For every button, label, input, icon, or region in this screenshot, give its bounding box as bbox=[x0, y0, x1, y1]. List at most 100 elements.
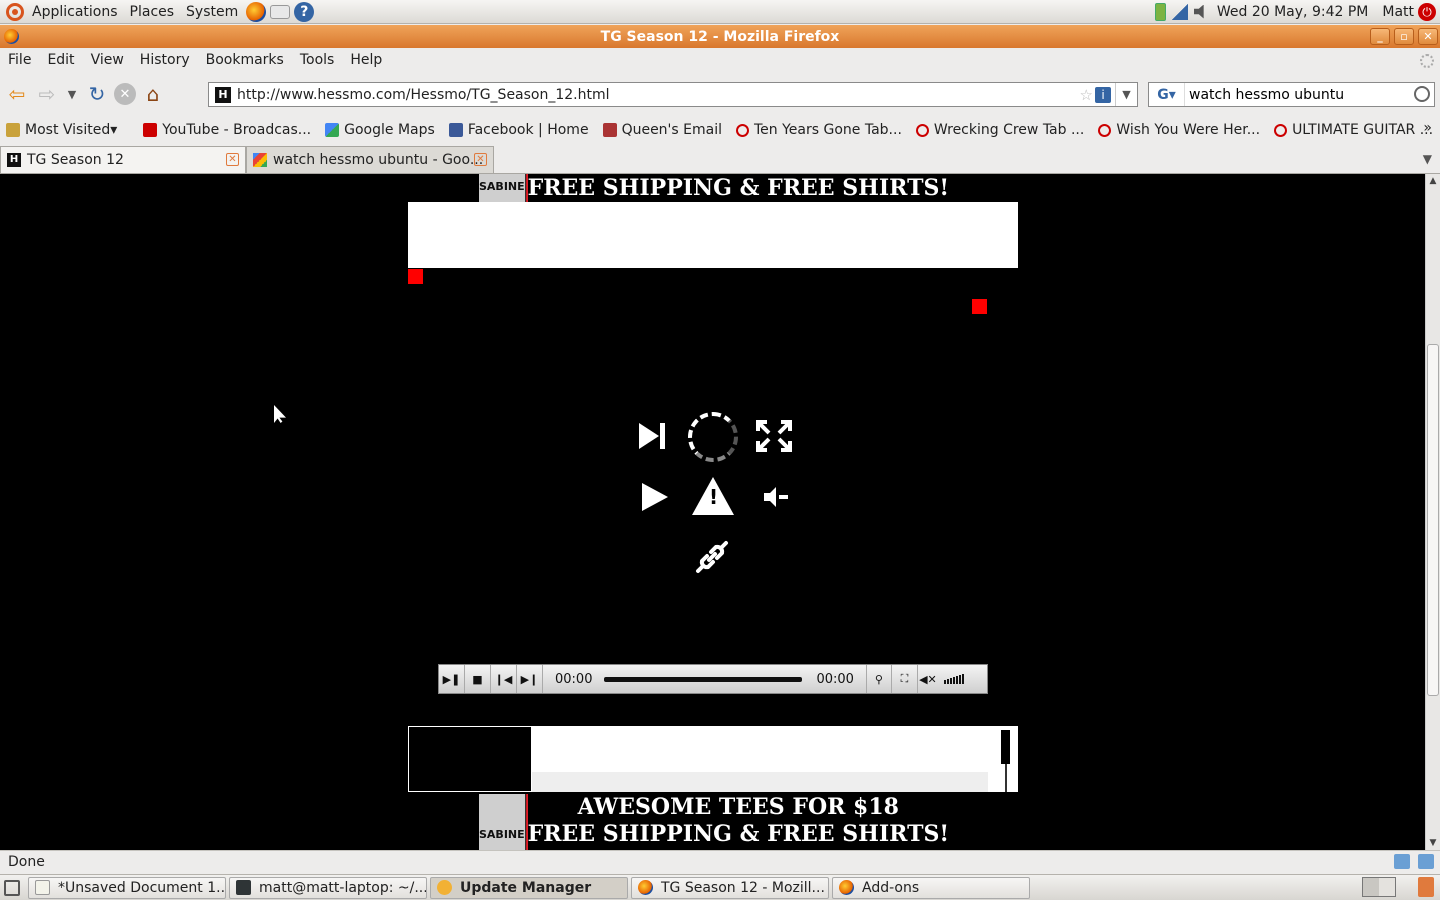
play-pause-button[interactable]: ▶❚ bbox=[439, 665, 465, 693]
frame-black-panel bbox=[409, 727, 531, 791]
tab-list-dropdown-icon[interactable]: ▼ bbox=[1423, 152, 1432, 166]
bookmark-ultimate-guitar[interactable]: ULTIMATE GUITAR ... bbox=[1274, 122, 1433, 138]
bookmark-most-visited[interactable]: Most Visited ▾ bbox=[6, 122, 117, 138]
ad-banner-top[interactable]: SABINE FREE SHIPPING & FREE SHIRTS! bbox=[479, 174, 949, 202]
taskbar-item-terminal[interactable]: matt@matt-laptop: ~/... bbox=[229, 876, 427, 899]
page-scrollbar[interactable]: ▲ ▼ bbox=[1425, 174, 1440, 850]
bookmark-ten-years-gone[interactable]: Ten Years Gone Tab... bbox=[736, 122, 902, 138]
shirt-label: SABINE bbox=[479, 828, 525, 841]
page-info-icon[interactable]: i bbox=[1095, 87, 1111, 103]
url-bar[interactable]: H http://www.hessmo.com/Hessmo/TG_Season… bbox=[208, 82, 1138, 107]
menu-help[interactable]: Help bbox=[342, 52, 390, 68]
help-launcher-icon[interactable]: ? bbox=[294, 1, 315, 22]
taskbar-item-update-manager[interactable]: Update Manager bbox=[430, 876, 628, 899]
bookmark-star-icon[interactable]: ☆ bbox=[1080, 86, 1093, 104]
search-bar[interactable]: G ▾ bbox=[1148, 82, 1435, 107]
menu-history[interactable]: History bbox=[132, 52, 198, 68]
bookmarks-overflow-button[interactable]: » bbox=[1423, 120, 1432, 136]
embed-button[interactable]: ⚲ bbox=[865, 665, 892, 693]
shirt-image: SABINE bbox=[479, 174, 525, 202]
mute-button[interactable]: ◀✕ bbox=[918, 665, 938, 693]
menu-edit[interactable]: Edit bbox=[39, 52, 82, 68]
search-engine-icon[interactable]: G ▾ bbox=[1149, 83, 1185, 106]
taskbar-label: matt@matt-laptop: ~/... bbox=[259, 879, 427, 896]
mute-icon[interactable] bbox=[762, 486, 790, 508]
site-favicon-icon: H bbox=[215, 86, 231, 103]
clock[interactable]: Wed 20 May, 9:42 PM bbox=[1217, 4, 1369, 20]
power-icon[interactable]: ⏻ bbox=[1418, 2, 1436, 21]
firefox-window-icon[interactable] bbox=[4, 29, 19, 44]
trash-icon[interactable] bbox=[1418, 877, 1434, 897]
applications-menu[interactable]: Applications bbox=[0, 0, 124, 24]
network-signal-icon[interactable] bbox=[1171, 3, 1188, 20]
fullscreen-button[interactable]: ⛶ bbox=[892, 665, 918, 693]
bookmark-facebook[interactable]: Facebook | Home bbox=[448, 122, 589, 138]
previous-button[interactable]: ❙◀ bbox=[491, 665, 517, 693]
url-text[interactable]: http://www.hessmo.com/Hessmo/TG_Season_1… bbox=[237, 87, 610, 103]
battery-icon[interactable] bbox=[1154, 2, 1166, 21]
forward-button[interactable]: ⇨ bbox=[34, 81, 60, 107]
embed-link-icon[interactable] bbox=[695, 540, 729, 574]
mail-launcher-icon[interactable] bbox=[270, 4, 291, 19]
volume-icon[interactable] bbox=[1193, 4, 1204, 19]
window-titlebar[interactable]: TG Season 12 - Mozilla Firefox _ ▫ ✕ bbox=[0, 25, 1440, 48]
show-desktop-icon[interactable] bbox=[4, 879, 20, 896]
scroll-down-icon[interactable]: ▼ bbox=[1426, 836, 1440, 850]
mail-notifier-icon[interactable] bbox=[1394, 854, 1410, 869]
close-tab-icon[interactable]: ✕ bbox=[474, 153, 487, 166]
user-menu[interactable]: Matt bbox=[1382, 4, 1414, 20]
volume-slider[interactable] bbox=[943, 674, 964, 684]
taskbar-item-gedit[interactable]: *Unsaved Document 1... bbox=[28, 876, 226, 899]
bookmark-google-maps[interactable]: Google Maps bbox=[325, 122, 435, 138]
bookmark-wish-you-were-here[interactable]: Wish You Were Her... bbox=[1098, 122, 1260, 138]
play-icon[interactable] bbox=[640, 481, 670, 513]
warning-mark: ! bbox=[709, 485, 719, 509]
stop-playback-button[interactable]: ■ bbox=[465, 665, 491, 693]
places-menu[interactable]: Places bbox=[124, 0, 181, 24]
next-track-icon[interactable] bbox=[637, 421, 667, 451]
seek-bar[interactable] bbox=[604, 676, 803, 682]
scroll-thumb[interactable] bbox=[1427, 344, 1439, 696]
workspace-switcher[interactable] bbox=[1362, 877, 1396, 897]
google-favicon-icon bbox=[253, 153, 267, 167]
firefox-launcher-icon[interactable] bbox=[246, 1, 267, 22]
search-input[interactable] bbox=[1185, 86, 1405, 103]
ad-banner-bottom[interactable]: SABINE AWESOME TEES FOR $18 FREE SHIPPIN… bbox=[479, 794, 949, 850]
back-button[interactable]: ⇦ bbox=[4, 81, 30, 107]
menu-view[interactable]: View bbox=[83, 52, 132, 68]
menu-bookmarks[interactable]: Bookmarks bbox=[198, 52, 292, 68]
maximize-button[interactable]: ▫ bbox=[1394, 28, 1414, 45]
minimize-button[interactable]: _ bbox=[1370, 28, 1390, 45]
bookmark-queens-email[interactable]: Queen's Email bbox=[602, 122, 722, 138]
system-menu[interactable]: System bbox=[180, 0, 244, 24]
next-button[interactable]: ▶❙ bbox=[517, 665, 543, 693]
loading-spinner-icon bbox=[688, 412, 738, 462]
frame-scroll-track[interactable] bbox=[1005, 764, 1007, 792]
close-tab-icon[interactable]: ✕ bbox=[226, 153, 239, 166]
taskbar-item-addons[interactable]: Add-ons bbox=[832, 876, 1030, 899]
update-icon bbox=[437, 880, 452, 895]
youtube-icon bbox=[143, 123, 158, 137]
stop-button[interactable]: ✕ bbox=[114, 83, 136, 105]
video-control-bar: ▶❚ ■ ❙◀ ▶❙ 00:00 00:00 ⚲ ⛶ ◀✕ bbox=[438, 664, 988, 694]
history-dropdown-icon[interactable]: ▼ bbox=[64, 81, 80, 107]
taskbar-item-firefox[interactable]: TG Season 12 - Mozill... bbox=[631, 876, 829, 899]
scroll-up-icon[interactable]: ▲ bbox=[1426, 174, 1440, 188]
search-go-icon[interactable] bbox=[1414, 86, 1430, 102]
facebook-icon bbox=[448, 123, 463, 137]
tab-google-search[interactable]: watch hessmo ubuntu - Goo... ✕ bbox=[246, 146, 494, 173]
addon-status-icon[interactable] bbox=[1418, 854, 1434, 869]
menu-file[interactable]: File bbox=[0, 52, 39, 68]
home-button[interactable]: ⌂ bbox=[140, 81, 166, 107]
tab-label: TG Season 12 bbox=[27, 152, 124, 168]
tab-tg-season-12[interactable]: H TG Season 12 ✕ bbox=[0, 146, 246, 173]
elapsed-time: 00:00 bbox=[555, 671, 593, 687]
bookmark-wrecking-crew[interactable]: Wrecking Crew Tab ... bbox=[915, 122, 1084, 138]
frame-scroll-thumb[interactable] bbox=[1001, 730, 1010, 764]
url-dropdown-icon[interactable]: ▼ bbox=[1115, 83, 1137, 106]
bookmark-youtube[interactable]: YouTube - Broadcas... bbox=[143, 122, 311, 138]
menu-tools[interactable]: Tools bbox=[292, 52, 343, 68]
reload-button[interactable]: ↻ bbox=[84, 81, 110, 107]
close-window-button[interactable]: ✕ bbox=[1418, 28, 1438, 45]
fullscreen-icon[interactable] bbox=[756, 420, 792, 452]
